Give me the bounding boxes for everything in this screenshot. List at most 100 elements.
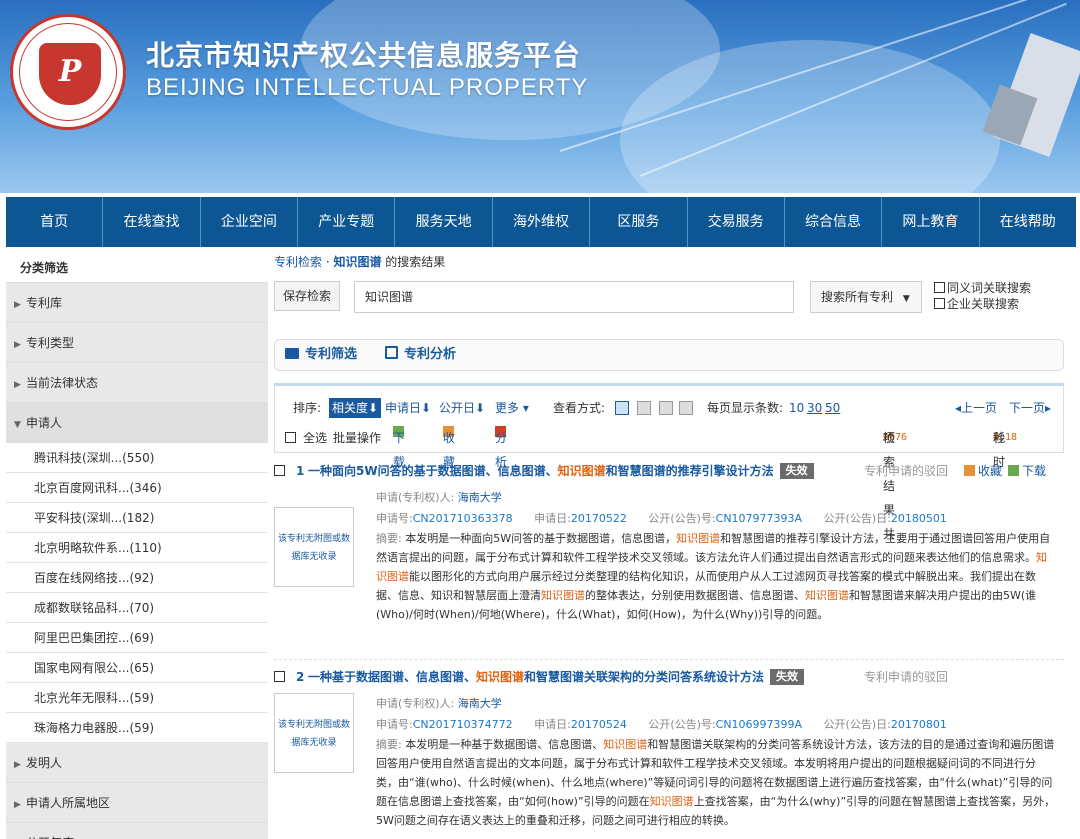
nav-item[interactable]: 区服务 (590, 197, 687, 247)
header-banner: P 北京市知识产权公共信息服务平台 BEIJING INTELLECTUAL P… (0, 0, 1080, 193)
site-logo[interactable]: P (10, 14, 126, 130)
applicant-link[interactable]: 海南大学 (458, 491, 502, 504)
result-abstract: 摘要: 本发明是一种面向5W问答的基于数据图谱，信息图谱，知识图谱和智慧图谱的推… (376, 529, 1056, 624)
company-checkbox[interactable] (934, 298, 945, 309)
result-title-link[interactable]: 一种基于数据图谱、信息图谱、知识图谱和智慧图谱关联架构的分类问答系统设计方法失效 (308, 667, 804, 687)
nav-item[interactable]: 企业空间 (201, 197, 298, 247)
result-count-suffix: 项 (883, 426, 895, 450)
applicant-link[interactable]: 海南大学 (458, 697, 502, 710)
sidebar-group-applicant[interactable]: ▼申请人 (6, 403, 268, 443)
sidebar-applicant-item[interactable]: 北京光年无限科...(59) (6, 683, 268, 713)
result-checkbox[interactable] (274, 671, 285, 682)
nav-item[interactable]: 海外维权 (493, 197, 590, 247)
chevron-down-icon: ▼ (14, 405, 26, 445)
company-search-option[interactable]: 企业关联搜索 (934, 297, 1019, 312)
nav-item[interactable]: 服务天地 (395, 197, 492, 247)
chevron-right-icon: ▶ (14, 285, 26, 325)
sort-app-date[interactable]: 申请日⬇ (385, 396, 431, 420)
app-date: 20170524 (571, 718, 627, 731)
result-collect-button[interactable]: 收藏 (964, 461, 1002, 481)
search-row: 保存检索 知识图谱 搜索所有专利 ▼ 同义词关联搜索 企业关联搜索 (274, 281, 1064, 315)
prev-page-link[interactable]: ◂上一页 (955, 396, 997, 420)
per-page-30[interactable]: 30 (807, 396, 822, 420)
sidebar-group[interactable]: ▶发明人 (6, 743, 268, 783)
pub-date: 20180501 (891, 512, 947, 525)
breadcrumb: 专利检索 · 知识图谱 的搜索结果 (274, 253, 1064, 269)
patent-analysis-link[interactable]: 专利分析 (385, 340, 456, 370)
applicant-row: 申请(专利权)人: 海南大学 (376, 695, 502, 711)
synonym-search-option[interactable]: 同义词关联搜索 (934, 281, 1031, 296)
batch-operation-label: 批量操作 (333, 426, 381, 450)
folder-icon (285, 348, 299, 359)
sidebar-group[interactable]: ▶专利库 (6, 283, 268, 323)
legal-status-text: 专利申请的驳回 (864, 461, 948, 481)
breadcrumb-link[interactable]: 专利检索 (274, 255, 322, 269)
nav-item[interactable]: 产业专题 (298, 197, 395, 247)
site-title: 北京市知识产权公共信息服务平台 (146, 34, 581, 74)
nav-item[interactable]: 首页 (6, 197, 103, 247)
result-download-button[interactable]: 下载 (1008, 461, 1046, 481)
app-no-label: 申请号: (376, 512, 413, 525)
result-title-part: 一种面向5W问答的基于数据图谱、信息图谱、 (308, 464, 558, 478)
select-all-checkbox[interactable] (285, 432, 296, 443)
sort-more[interactable]: 更多 ▾ (495, 396, 529, 420)
patent-filter-link[interactable]: 专利筛选 (285, 340, 357, 370)
search-input[interactable]: 知识图谱 (354, 281, 794, 313)
sidebar-group-label: 专利类型 (26, 336, 74, 350)
result-thumbnail: 该专利无附图或数据库无收录 (274, 693, 354, 773)
view-detail-icon[interactable] (615, 401, 629, 415)
per-page-50[interactable]: 50 (825, 396, 840, 420)
per-page-10[interactable]: 10 (789, 396, 804, 420)
app-date: 20170522 (571, 512, 627, 525)
sidebar-applicant-item[interactable]: 珠海格力电器股...(59) (6, 713, 268, 743)
logo-shield: P (39, 43, 101, 105)
view-list-icon[interactable] (637, 401, 651, 415)
view-table-icon[interactable] (679, 401, 693, 415)
nav-item[interactable]: 综合信息 (785, 197, 882, 247)
synonym-checkbox[interactable] (934, 282, 945, 293)
pub-no-label: 公开(公告)号: (648, 512, 715, 525)
result-title-part: 和智慧图谱的推荐引擎设计方法 (606, 464, 774, 478)
view-grid-icon[interactable] (659, 401, 673, 415)
sidebar-group[interactable]: ▶公开年度 (6, 823, 268, 839)
app-no: CN201710374772 (413, 718, 513, 731)
chevron-right-icon: ▶ (14, 785, 26, 825)
sidebar-applicant-item[interactable]: 成都数联铭品科...(70) (6, 593, 268, 623)
sidebar-applicant-item[interactable]: 北京明略软件系...(110) (6, 533, 268, 563)
chevron-right-icon: ▶ (14, 365, 26, 405)
query-highlight: 知识图谱 (805, 589, 849, 602)
sidebar-group[interactable]: ▶专利类型 (6, 323, 268, 363)
search-scope-select[interactable]: 搜索所有专利 ▼ (810, 281, 922, 313)
sidebar-applicant-item[interactable]: 阿里巴巴集团控...(69) (6, 623, 268, 653)
nav-item[interactable]: 在线帮助 (980, 197, 1076, 247)
query-highlight: 知识图谱 (541, 589, 585, 602)
sidebar-applicant-item[interactable]: 腾讯科技(深圳...(550) (6, 443, 268, 473)
select-all-label[interactable]: 全选 (303, 426, 327, 450)
result-title-row: 2 一种基于数据图谱、信息图谱、知识图谱和智慧图谱关联架构的分类问答系统设计方法… (274, 667, 1064, 687)
result-checkbox[interactable] (274, 465, 285, 476)
sidebar-applicant-item[interactable]: 北京百度网讯科...(346) (6, 473, 268, 503)
result-title-highlight: 知识图谱 (558, 464, 606, 478)
sort-relevance[interactable]: 相关度⬇ (329, 398, 381, 418)
sort-pub-date[interactable]: 公开日⬇ (439, 396, 485, 420)
nav-item[interactable]: 网上教育 (882, 197, 979, 247)
next-page-link[interactable]: 下一页▸ (1009, 396, 1051, 420)
result-title-link[interactable]: 一种面向5W问答的基于数据图谱、信息图谱、知识图谱和智慧图谱的推荐引擎设计方法失… (308, 461, 814, 481)
query-highlight: 知识图谱 (650, 795, 694, 808)
sidebar-applicant-item[interactable]: 国家电网有限公...(65) (6, 653, 268, 683)
sidebar-applicant-item[interactable]: 百度在线网络技...(92) (6, 563, 268, 593)
applicant-label: 申请(专利权)人: (376, 491, 454, 504)
app-date-label: 申请日: (534, 512, 571, 525)
patent-filter-label: 专利筛选 (305, 347, 357, 362)
sidebar-group-label: 发明人 (26, 756, 62, 770)
sidebar-applicant-item[interactable]: 平安科技(深圳...(182) (6, 503, 268, 533)
nav-item[interactable]: 交易服务 (688, 197, 785, 247)
result-number: 1 (296, 461, 304, 481)
edit-icon (385, 346, 398, 359)
save-search-button[interactable]: 保存检索 (274, 281, 340, 311)
nav-item[interactable]: 在线查找 (103, 197, 200, 247)
sidebar-group-label: 专利库 (26, 296, 62, 310)
pub-no-label: 公开(公告)号: (648, 718, 715, 731)
sidebar-group[interactable]: ▶申请人所属地区 (6, 783, 268, 823)
sidebar-group[interactable]: ▶当前法律状态 (6, 363, 268, 403)
